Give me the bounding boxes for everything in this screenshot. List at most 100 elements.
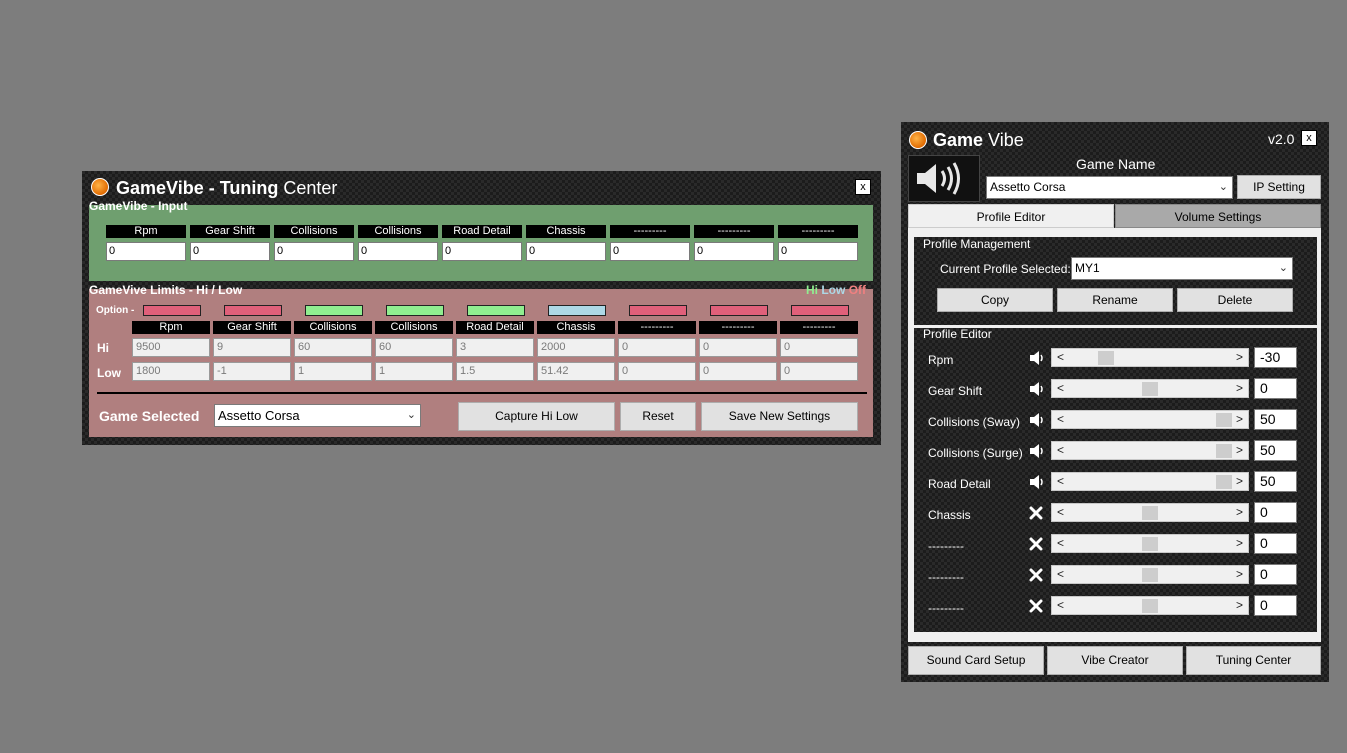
slider-right-arrow-icon[interactable]: > xyxy=(1236,442,1243,459)
channel-value-field[interactable]: 0 xyxy=(1254,502,1297,523)
rename-button[interactable]: Rename xyxy=(1057,288,1173,312)
slider-right-arrow-icon[interactable]: > xyxy=(1236,380,1243,397)
option-color-swatch[interactable] xyxy=(467,305,525,316)
slider-thumb[interactable] xyxy=(1142,537,1158,551)
slider-thumb[interactable] xyxy=(1142,599,1158,613)
slider-thumb[interactable] xyxy=(1098,351,1114,365)
speaker-icon[interactable] xyxy=(1028,381,1044,397)
input-column-header: --------- xyxy=(778,225,858,238)
slider-right-arrow-icon[interactable]: > xyxy=(1236,411,1243,428)
sound-card-setup-button[interactable]: Sound Card Setup xyxy=(908,646,1044,675)
low-value-field: 1.5 xyxy=(456,362,534,381)
slider-right-arrow-icon[interactable]: > xyxy=(1236,504,1243,521)
volume-slider[interactable]: < > xyxy=(1051,503,1249,522)
tuning-close-button[interactable]: x xyxy=(855,179,871,195)
option-color-swatch[interactable] xyxy=(548,305,606,316)
slider-thumb[interactable] xyxy=(1142,568,1158,582)
reset-button[interactable]: Reset xyxy=(620,402,696,431)
slider-right-arrow-icon[interactable]: > xyxy=(1236,349,1243,366)
option-color-swatch[interactable] xyxy=(143,305,201,316)
slider-right-arrow-icon[interactable]: > xyxy=(1236,535,1243,552)
channel-value-field[interactable]: 50 xyxy=(1254,440,1297,461)
input-value-field[interactable]: 0 xyxy=(190,242,270,261)
slider-left-arrow-icon[interactable]: < xyxy=(1057,380,1064,397)
channel-value-field[interactable]: 50 xyxy=(1254,409,1297,430)
slider-left-arrow-icon[interactable]: < xyxy=(1057,535,1064,552)
option-color-swatch[interactable] xyxy=(791,305,849,316)
slider-thumb[interactable] xyxy=(1216,444,1232,458)
gamevibe-close-button[interactable]: x xyxy=(1301,130,1317,146)
slider-left-arrow-icon[interactable]: < xyxy=(1057,566,1064,583)
input-value-field[interactable]: 0 xyxy=(610,242,690,261)
slider-left-arrow-icon[interactable]: < xyxy=(1057,442,1064,459)
tab-profile-editor[interactable]: Profile Editor xyxy=(908,204,1114,228)
channel-label: Road Detail xyxy=(928,477,991,491)
volume-slider[interactable]: < > xyxy=(1051,441,1249,460)
input-value-field[interactable]: 0 xyxy=(106,242,186,261)
channel-value-field[interactable]: -30 xyxy=(1254,347,1297,368)
limit-column-header: Gear Shift xyxy=(213,321,291,334)
capture-hi-low-button[interactable]: Capture Hi Low xyxy=(458,402,615,431)
tab-volume-settings[interactable]: Volume Settings xyxy=(1115,204,1321,228)
speaker-icon[interactable] xyxy=(1028,412,1044,428)
volume-slider[interactable]: < > xyxy=(1051,379,1249,398)
input-value-field[interactable]: 0 xyxy=(778,242,858,261)
slider-thumb[interactable] xyxy=(1216,413,1232,427)
slider-thumb[interactable] xyxy=(1216,475,1232,489)
input-value-field[interactable]: 0 xyxy=(358,242,438,261)
channel-value-field[interactable]: 0 xyxy=(1254,595,1297,616)
slider-right-arrow-icon[interactable]: > xyxy=(1236,473,1243,490)
tuning-game-dropdown[interactable]: Assetto Corsa ⌄ xyxy=(214,404,421,427)
save-new-settings-button[interactable]: Save New Settings xyxy=(701,402,858,431)
legend-off: Off xyxy=(848,283,867,297)
option-color-swatch[interactable] xyxy=(224,305,282,316)
hi-value-field: 0 xyxy=(780,338,858,357)
profile-management-label: Profile Management xyxy=(923,237,1031,251)
slider-right-arrow-icon[interactable]: > xyxy=(1236,566,1243,583)
mute-x-icon[interactable] xyxy=(1028,567,1044,583)
speaker-icon[interactable] xyxy=(1028,443,1044,459)
speaker-icon[interactable] xyxy=(1028,474,1044,490)
volume-slider[interactable]: < > xyxy=(1051,596,1249,615)
volume-slider[interactable]: < > xyxy=(1051,410,1249,429)
mute-x-icon[interactable] xyxy=(1028,598,1044,614)
input-value-field[interactable]: 0 xyxy=(526,242,606,261)
channel-value-field[interactable]: 0 xyxy=(1254,533,1297,554)
speaker-icon[interactable] xyxy=(1028,350,1044,366)
slider-right-arrow-icon[interactable]: > xyxy=(1236,597,1243,614)
option-color-swatch[interactable] xyxy=(710,305,768,316)
profile-editor-label: Profile Editor xyxy=(923,327,992,341)
ip-setting-button[interactable]: IP Setting xyxy=(1237,175,1321,199)
mute-x-icon[interactable] xyxy=(1028,505,1044,521)
input-value-field[interactable]: 0 xyxy=(274,242,354,261)
tuning-center-button[interactable]: Tuning Center xyxy=(1186,646,1321,675)
volume-slider[interactable]: < > xyxy=(1051,565,1249,584)
slider-thumb[interactable] xyxy=(1142,382,1158,396)
volume-slider[interactable]: < > xyxy=(1051,472,1249,491)
input-value-field[interactable]: 0 xyxy=(694,242,774,261)
option-color-swatch[interactable] xyxy=(305,305,363,316)
slider-left-arrow-icon[interactable]: < xyxy=(1057,597,1064,614)
slider-left-arrow-icon[interactable]: < xyxy=(1057,349,1064,366)
option-color-swatch[interactable] xyxy=(629,305,687,316)
vibe-creator-button[interactable]: Vibe Creator xyxy=(1047,646,1183,675)
channel-value-field[interactable]: 50 xyxy=(1254,471,1297,492)
slider-left-arrow-icon[interactable]: < xyxy=(1057,411,1064,428)
slider-left-arrow-icon[interactable]: < xyxy=(1057,504,1064,521)
mute-x-icon[interactable] xyxy=(1028,536,1044,552)
copy-button[interactable]: Copy xyxy=(937,288,1053,312)
input-value-field[interactable]: 0 xyxy=(442,242,522,261)
option-color-swatch[interactable] xyxy=(386,305,444,316)
channel-label: --------- xyxy=(928,539,964,553)
current-profile-dropdown[interactable]: MY1 ⌄ xyxy=(1071,257,1293,280)
section-divider xyxy=(97,392,867,394)
delete-button[interactable]: Delete xyxy=(1177,288,1293,312)
game-name-dropdown[interactable]: Assetto Corsa ⌄ xyxy=(986,176,1233,199)
slider-left-arrow-icon[interactable]: < xyxy=(1057,473,1064,490)
volume-slider[interactable]: < > xyxy=(1051,534,1249,553)
channel-value-field[interactable]: 0 xyxy=(1254,378,1297,399)
volume-slider[interactable]: < > xyxy=(1051,348,1249,367)
slider-thumb[interactable] xyxy=(1142,506,1158,520)
channel-value-field[interactable]: 0 xyxy=(1254,564,1297,585)
channel-label: Collisions (Surge) xyxy=(928,446,1023,460)
